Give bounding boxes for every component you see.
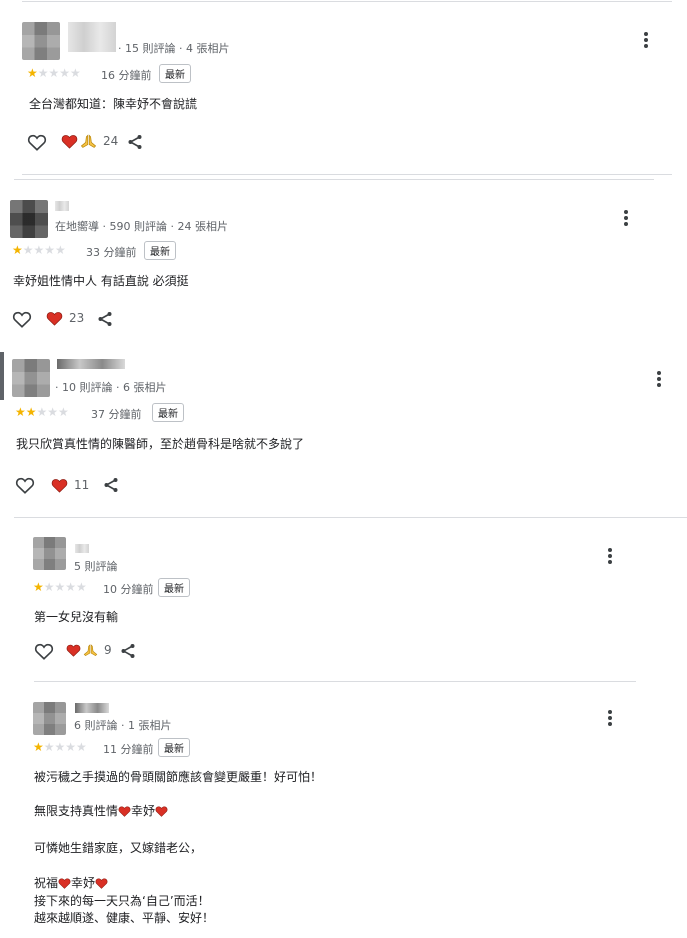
review-time: 33 分鐘前: [86, 246, 137, 259]
reaction-count: 24: [103, 134, 119, 148]
reactions[interactable]: 11: [51, 477, 89, 493]
heart-emoji-icon: [95, 878, 108, 889]
review-time: 11 分鐘前: [103, 743, 154, 756]
reviewer-name[interactable]: [75, 544, 89, 553]
review-text-segment: 祝福: [34, 876, 59, 890]
avatar[interactable]: [33, 537, 66, 570]
heart-reaction-icon: [51, 479, 68, 493]
reactions[interactable]: 23: [46, 310, 84, 326]
review-text: 第一女兒沒有輸: [34, 610, 119, 624]
star-rating: ★★★★★: [33, 580, 87, 594]
divider: [22, 174, 672, 175]
star-icon: ★★★★: [43, 580, 87, 594]
reviewer-name[interactable]: [68, 22, 116, 52]
review-text: 我只欣賞真性情的陳醫師，至於趙骨科是啥就不多說了: [16, 437, 305, 451]
review-2: 在地嚮導 · 590 則評論 · 24 張相片 ★★★★★ 33 分鐘前 最新 …: [0, 180, 687, 350]
star-icon: ★: [33, 740, 44, 754]
divider: [14, 517, 687, 518]
avatar[interactable]: [22, 22, 60, 60]
heart-outline-icon[interactable]: [34, 642, 54, 660]
review-text-segment: 幸妤: [131, 804, 156, 818]
review-text-line: 被污穢之手摸過的骨頭關節應該會變更嚴重！好可怕！: [34, 770, 323, 784]
reviewer-name[interactable]: [55, 201, 69, 211]
more-vert-icon[interactable]: [607, 709, 613, 727]
star-icon: ★★★★: [22, 243, 66, 257]
review-5: 6 則評論 · 1 張相片 ★★★★★ 11 分鐘前 最新 被污穢之手摸過的骨頭…: [0, 682, 687, 938]
review-time: 37 分鐘前: [91, 408, 142, 421]
star-icon: ★: [12, 243, 23, 257]
heart-outline-icon[interactable]: [12, 310, 32, 328]
new-badge: 最新: [144, 241, 176, 260]
avatar[interactable]: [12, 359, 50, 397]
review-text: 全台灣都知道：陳幸妤不會說謊: [29, 97, 198, 111]
heart-reaction-icon: [66, 644, 81, 657]
new-badge: 最新: [158, 578, 190, 597]
review-text-segment: 幸妤: [71, 876, 96, 890]
star-rating: ★★★★★: [27, 66, 81, 80]
star-icon: ★★★: [36, 405, 69, 419]
reviewer-meta: 5 則評論: [74, 560, 118, 573]
share-icon[interactable]: [97, 311, 113, 327]
reviewer-meta: 在地嚮導 · 590 則評論 · 24 張相片: [55, 220, 228, 233]
review-time: 16 分鐘前: [101, 69, 152, 82]
heart-outline-icon[interactable]: [15, 476, 35, 494]
more-vert-icon[interactable]: [643, 31, 649, 49]
star-icon: ★★★★: [37, 66, 81, 80]
pray-reaction-icon: [83, 644, 98, 657]
reviewer-meta: · 15 則評論 · 4 張相片: [118, 42, 230, 55]
new-badge: 最新: [159, 64, 191, 83]
reviewer-meta: 6 則評論 · 1 張相片: [74, 719, 172, 732]
star-rating: ★★★★★: [33, 740, 87, 754]
reaction-count: 23: [69, 311, 85, 325]
heart-emoji-icon: [118, 806, 131, 817]
reaction-count: 11: [74, 478, 90, 492]
review-text: 幸妤姐性情中人 有話直說 必須挺: [13, 274, 189, 288]
review-text-line: 可憐她生錯家庭，又嫁錯老公，: [34, 841, 203, 855]
reaction-count: 9: [104, 643, 112, 657]
reviewer-name[interactable]: [57, 359, 125, 369]
review-3: · 10 則評論 · 6 張相片 ★★★★★ 37 分鐘前 最新 我只欣賞真性情…: [0, 350, 687, 516]
share-icon[interactable]: [103, 477, 119, 493]
reviewer-name[interactable]: [75, 703, 109, 713]
share-icon[interactable]: [127, 134, 143, 150]
review-text-line: 無限支持真性情 幸妤: [34, 802, 168, 819]
review-1: · 15 則評論 · 4 張相片 ★★★★★ 16 分鐘前 最新 全台灣都知道：…: [0, 0, 687, 175]
reviewer-meta: · 10 則評論 · 6 張相片: [55, 381, 167, 394]
more-vert-icon[interactable]: [656, 370, 662, 388]
review-text-line: 接下來的每一天只為‘自己’而活！: [34, 894, 210, 908]
reactions[interactable]: 24: [61, 133, 118, 149]
review-text-line: 祝福 幸妤: [34, 874, 108, 891]
review-time: 10 分鐘前: [103, 583, 154, 596]
new-badge: 最新: [152, 403, 184, 422]
review-text-line: 越來越順遂、健康、平靜、安好！: [34, 911, 215, 925]
avatar[interactable]: [33, 702, 66, 735]
star-icon: ★★: [15, 405, 37, 419]
more-vert-icon[interactable]: [623, 209, 629, 227]
heart-outline-icon[interactable]: [27, 133, 47, 151]
star-icon: ★: [33, 580, 44, 594]
avatar[interactable]: [10, 200, 48, 238]
pray-reaction-icon: [80, 134, 97, 148]
review-text-segment: 無限支持真性情: [34, 804, 119, 818]
more-vert-icon[interactable]: [607, 547, 613, 565]
reactions[interactable]: 9: [66, 643, 112, 657]
heart-emoji-icon: [58, 878, 71, 889]
heart-emoji-icon: [155, 806, 168, 817]
heart-reaction-icon: [61, 135, 78, 149]
star-rating: ★★★★★: [12, 243, 66, 257]
share-icon[interactable]: [120, 643, 136, 659]
heart-reaction-icon: [46, 312, 63, 326]
star-rating: ★★★★★: [15, 405, 69, 419]
review-4: 5 則評論 ★★★★★ 10 分鐘前 最新 第一女兒沒有輸 9: [0, 520, 687, 680]
star-icon: ★: [27, 66, 38, 80]
new-badge: 最新: [158, 738, 190, 757]
star-icon: ★★★★: [43, 740, 87, 754]
